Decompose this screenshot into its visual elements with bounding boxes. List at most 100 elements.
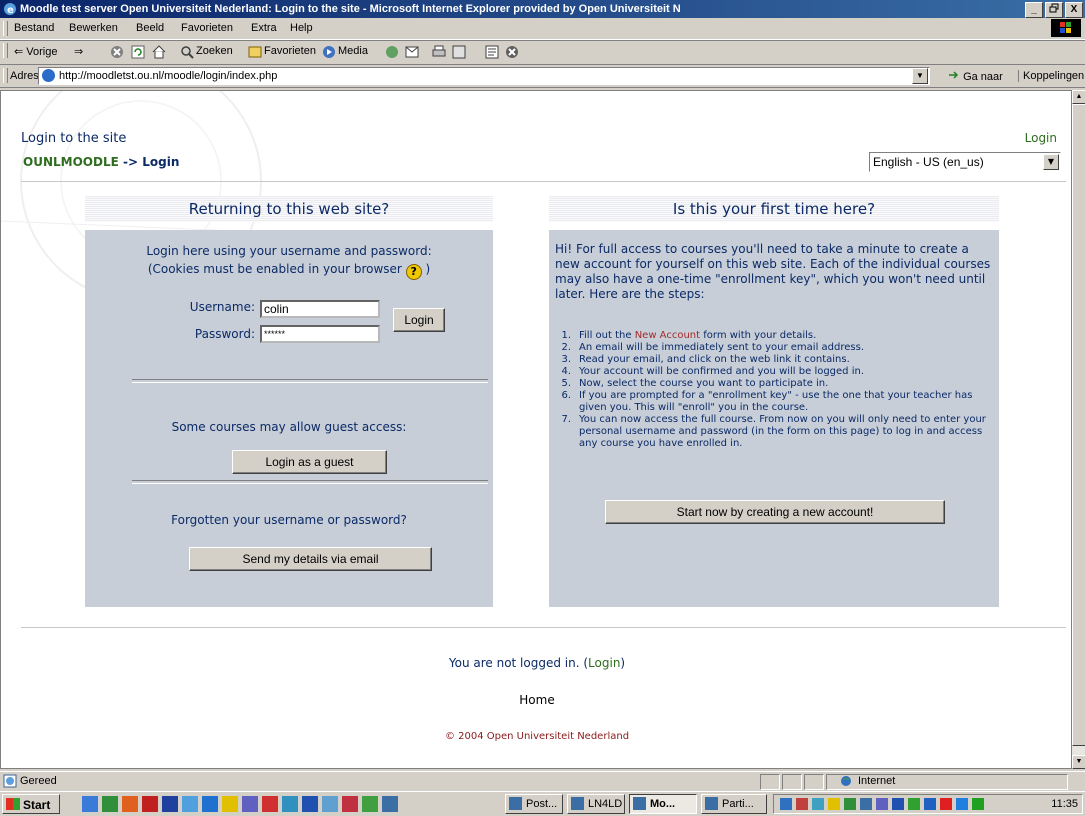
quicklaunch-icon[interactable] xyxy=(322,796,338,812)
address-dropdown-icon[interactable]: ▼ xyxy=(912,68,928,84)
quicklaunch-icon[interactable] xyxy=(142,796,158,812)
divider xyxy=(132,379,488,383)
help-icon[interactable]: ? xyxy=(405,264,422,280)
go-button[interactable]: Ga naar xyxy=(948,70,1003,83)
tray-icon[interactable] xyxy=(780,798,792,810)
search-button[interactable]: Zoeken xyxy=(196,45,233,57)
copyright: © 2004 Open Universiteit Nederland xyxy=(444,731,630,742)
quicklaunch-icon[interactable] xyxy=(382,796,398,812)
tray-icon[interactable] xyxy=(908,798,920,810)
restore-button[interactable] xyxy=(1045,2,1063,18)
search-icon[interactable] xyxy=(180,45,194,62)
taskbar-item-active[interactable]: Mo... xyxy=(629,794,697,814)
forgot-text: Forgotten your username or password? xyxy=(171,513,407,527)
links-button[interactable]: Koppelingen xyxy=(1018,70,1084,82)
language-select[interactable]: English - US (en_us) ▼ xyxy=(869,152,1061,172)
toolbar-grip[interactable] xyxy=(3,43,8,58)
username-label: Username: xyxy=(189,300,255,314)
guest-login-button[interactable]: Login as a guest xyxy=(232,450,387,474)
minimize-button[interactable]: _ xyxy=(1025,2,1043,18)
media-icon[interactable] xyxy=(322,45,336,62)
taskbar-item[interactable]: LN4LD xyxy=(567,794,625,814)
address-input[interactable]: http://moodletst.ou.nl/moodle/login/inde… xyxy=(38,67,930,85)
tray-icon[interactable] xyxy=(796,798,808,810)
login-button[interactable]: Login xyxy=(393,308,445,332)
send-details-button[interactable]: Send my details via email xyxy=(189,547,432,571)
quicklaunch-icon[interactable] xyxy=(82,796,98,812)
scroll-down-icon[interactable]: ▼ xyxy=(1072,755,1085,769)
window-titlebar[interactable]: e Moodle test server Open Universiteit N… xyxy=(0,0,1085,18)
taskbar-item[interactable]: Post... xyxy=(505,794,563,814)
login-link-footer[interactable]: Login xyxy=(588,656,620,670)
toolbar-grip[interactable] xyxy=(3,21,8,36)
media-button[interactable]: Media xyxy=(338,45,368,57)
quicklaunch-icon[interactable] xyxy=(222,796,238,812)
quicklaunch-icon[interactable] xyxy=(282,796,298,812)
step-number: 3. xyxy=(561,354,571,365)
quicklaunch-icon[interactable] xyxy=(122,796,138,812)
stop-icon[interactable] xyxy=(110,45,124,62)
messenger-icon[interactable] xyxy=(505,45,519,62)
address-url[interactable]: http://moodletst.ou.nl/moodle/login/inde… xyxy=(59,70,277,82)
scroll-up-icon[interactable]: ▲ xyxy=(1072,90,1085,104)
refresh-icon[interactable] xyxy=(131,45,145,62)
language-dropdown-icon[interactable]: ▼ xyxy=(1043,154,1059,170)
step-number: 5. xyxy=(561,378,571,389)
mail-icon[interactable] xyxy=(405,45,423,62)
print-icon[interactable] xyxy=(432,45,446,62)
menu-extra[interactable]: Extra xyxy=(251,22,277,34)
home-icon[interactable] xyxy=(152,45,166,62)
tray-icon[interactable] xyxy=(940,798,952,810)
quicklaunch-icon[interactable] xyxy=(242,796,258,812)
home-link[interactable]: Home xyxy=(1,693,1071,707)
quicklaunch-icon[interactable] xyxy=(302,796,318,812)
history-icon[interactable] xyxy=(385,45,399,62)
tray-icon[interactable] xyxy=(828,798,840,810)
tray-icon[interactable] xyxy=(972,798,984,810)
password-field[interactable]: ****** xyxy=(260,325,380,343)
menu-bestand[interactable]: Bestand xyxy=(14,22,54,34)
clock[interactable]: 11:35 xyxy=(1051,798,1078,810)
tray-icon[interactable] xyxy=(876,798,888,810)
quicklaunch-icon[interactable] xyxy=(102,796,118,812)
tray-icon[interactable] xyxy=(924,798,936,810)
edit-icon[interactable] xyxy=(452,45,466,62)
quicklaunch-icon[interactable] xyxy=(262,796,278,812)
favorites-icon[interactable] xyxy=(248,45,262,62)
menu-beeld[interactable]: Beeld xyxy=(136,22,164,34)
quicklaunch-icon[interactable] xyxy=(182,796,198,812)
tray-icon[interactable] xyxy=(892,798,904,810)
username-field[interactable]: colin xyxy=(260,300,380,318)
back-button[interactable]: ⇐ Vorige xyxy=(14,45,57,58)
step-number: 7. xyxy=(561,414,571,425)
start-button[interactable]: Start xyxy=(2,794,60,814)
toolbar-grip[interactable] xyxy=(3,68,8,83)
quicklaunch-icon[interactable] xyxy=(342,796,358,812)
quicklaunch-icon[interactable] xyxy=(202,796,218,812)
page-status-icon xyxy=(3,774,17,791)
step-item: 1. Fill out the New Account form with you… xyxy=(557,330,987,342)
close-button[interactable]: X xyxy=(1065,2,1083,18)
breadcrumb-site-link[interactable]: OUNLMOODLE xyxy=(23,155,119,169)
login-status-text: You are not logged in. ( xyxy=(448,656,589,670)
favorites-button[interactable]: Favorieten xyxy=(264,45,316,57)
new-account-link[interactable]: New Account xyxy=(635,330,700,341)
vertical-scrollbar[interactable]: ▲ ▼ xyxy=(1072,90,1085,769)
menu-favorieten[interactable]: Favorieten xyxy=(181,22,233,34)
quicklaunch-icon[interactable] xyxy=(362,796,378,812)
menu-help[interactable]: Help xyxy=(290,22,313,34)
scroll-thumb[interactable] xyxy=(1072,104,1085,746)
tray-icon[interactable] xyxy=(812,798,824,810)
menu-bewerken[interactable]: Bewerken xyxy=(69,22,118,34)
step-text: Fill out the xyxy=(579,330,635,341)
forward-button[interactable]: ⇒ xyxy=(74,45,83,58)
quicklaunch-icon[interactable] xyxy=(162,796,178,812)
login-link-top[interactable]: Login xyxy=(1025,131,1057,145)
first-time-header: Is this your first time here? xyxy=(549,196,999,222)
discuss-icon[interactable] xyxy=(485,45,499,62)
taskbar-item[interactable]: Parti... xyxy=(701,794,767,814)
create-account-button[interactable]: Start now by creating a new account! xyxy=(605,500,945,524)
tray-icon[interactable] xyxy=(860,798,872,810)
tray-icon[interactable] xyxy=(956,798,968,810)
tray-icon[interactable] xyxy=(844,798,856,810)
